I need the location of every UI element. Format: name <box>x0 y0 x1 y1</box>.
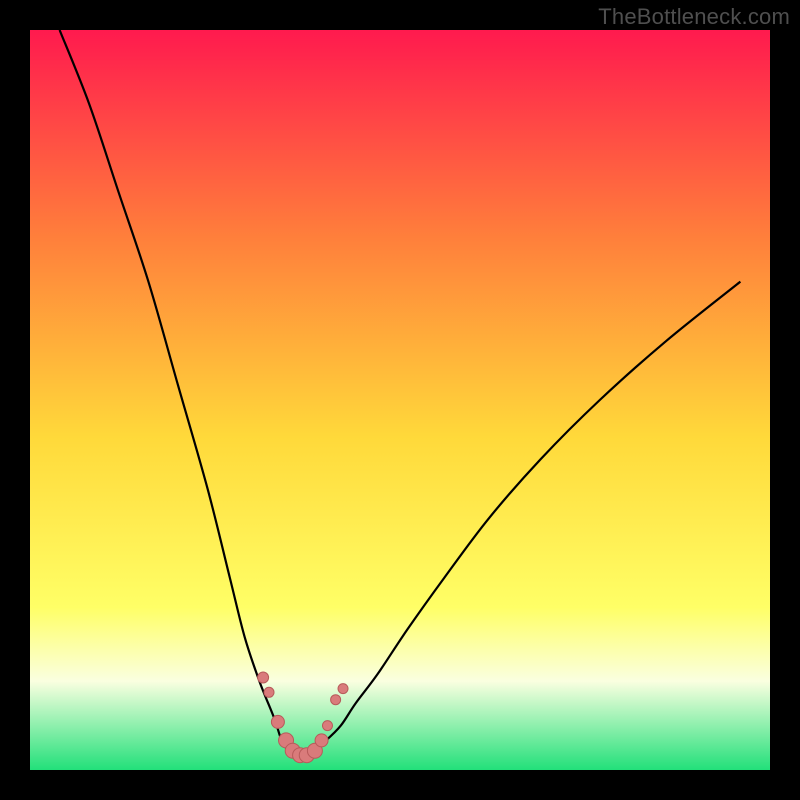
marker-point <box>338 684 348 694</box>
marker-point <box>331 695 341 705</box>
chart-frame: TheBottleneck.com <box>0 0 800 800</box>
marker-point <box>322 721 332 731</box>
watermark-text: TheBottleneck.com <box>598 4 790 30</box>
marker-point <box>258 672 269 683</box>
marker-point <box>315 734 328 747</box>
bottleneck-chart <box>0 0 800 800</box>
gradient-background <box>30 30 770 770</box>
marker-point <box>271 715 284 728</box>
marker-point <box>264 687 274 697</box>
